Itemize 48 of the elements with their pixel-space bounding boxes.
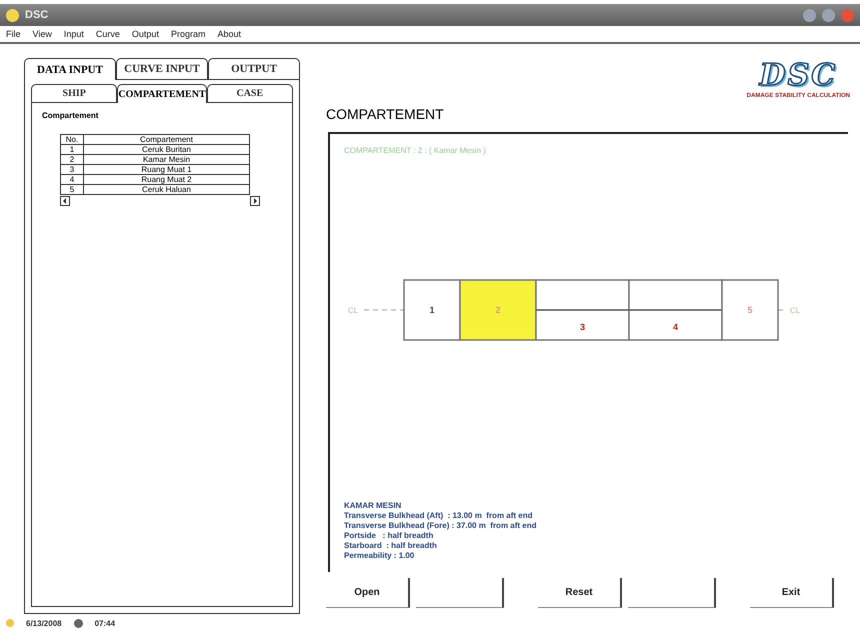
tab[interactable]: SHIP: [31, 84, 118, 103]
info-line: Portside : half breadth: [344, 531, 434, 540]
centerline-label: CL: [348, 306, 358, 315]
info-line: Starboard : half breadth: [344, 541, 438, 550]
compartment[interactable]: 4: [628, 279, 723, 341]
column-header: Compartement: [84, 134, 250, 144]
table-cell[interactable]: 4: [60, 174, 84, 184]
info-title: KAMAR MESIN: [344, 501, 402, 510]
table-cell[interactable]: Ceruk Buritan: [84, 144, 250, 154]
compartment[interactable]: 1: [403, 279, 461, 341]
menu-item[interactable]: File: [6, 29, 21, 39]
tab[interactable]: CURVE INPUT: [116, 58, 208, 80]
menu-item[interactable]: Curve: [96, 29, 120, 39]
table-cell[interactable]: 5: [60, 184, 84, 194]
table-cell[interactable]: Ceruk Haluan: [84, 184, 250, 194]
tab[interactable]: CASE: [206, 84, 293, 103]
action-button[interactable]: Open: [326, 578, 410, 608]
panel-label: Compartement: [42, 111, 100, 120]
tab[interactable]: DATA INPUT: [24, 58, 116, 80]
table-cell[interactable]: 2: [60, 154, 84, 164]
menu-item[interactable]: About: [217, 29, 241, 39]
status-date: 6/13/2008: [26, 618, 62, 628]
action-button[interactable]: Reset: [538, 578, 622, 608]
compartment[interactable]: 3: [535, 279, 630, 341]
table-cell[interactable]: 1: [60, 144, 84, 154]
menu-item[interactable]: Output: [132, 29, 159, 39]
column-header: No.: [60, 134, 84, 144]
scroll-right-icon[interactable]: [250, 196, 260, 206]
menu-item[interactable]: View: [32, 29, 52, 39]
info-line: Permeability : 1.00: [344, 551, 416, 560]
table-cell[interactable]: Kamar Mesin: [84, 154, 250, 164]
table-cell[interactable]: 3: [60, 164, 84, 174]
tab[interactable]: COMPARTEMENT: [117, 84, 207, 103]
table-cell[interactable]: Ruang Muat 1: [84, 164, 250, 174]
info-line: Transverse Bulkhead (Aft) : 13.00 m from aft end: [344, 511, 534, 520]
section-heading: COMPARTEMENT: [326, 106, 444, 122]
tab[interactable]: OUTPUT: [208, 58, 300, 80]
table-cell[interactable]: Ruang Muat 2: [84, 174, 250, 184]
scroll-left-icon[interactable]: [60, 196, 70, 206]
status-time: 07:44: [94, 618, 116, 628]
centerline-label: CL: [790, 306, 800, 315]
action-button[interactable]: Exit: [750, 578, 834, 608]
menu-item[interactable]: Input: [64, 29, 84, 39]
window-title: DSC: [25, 9, 50, 21]
menu-item[interactable]: Program: [170, 29, 206, 39]
info-line: Transverse Bulkhead (Fore) : 37.00 m from aft end: [344, 521, 538, 530]
app-icon: [6, 8, 19, 22]
drawing-caption: COMPARTEMENT : 2 : ( Kamar Mesin ): [344, 146, 487, 155]
